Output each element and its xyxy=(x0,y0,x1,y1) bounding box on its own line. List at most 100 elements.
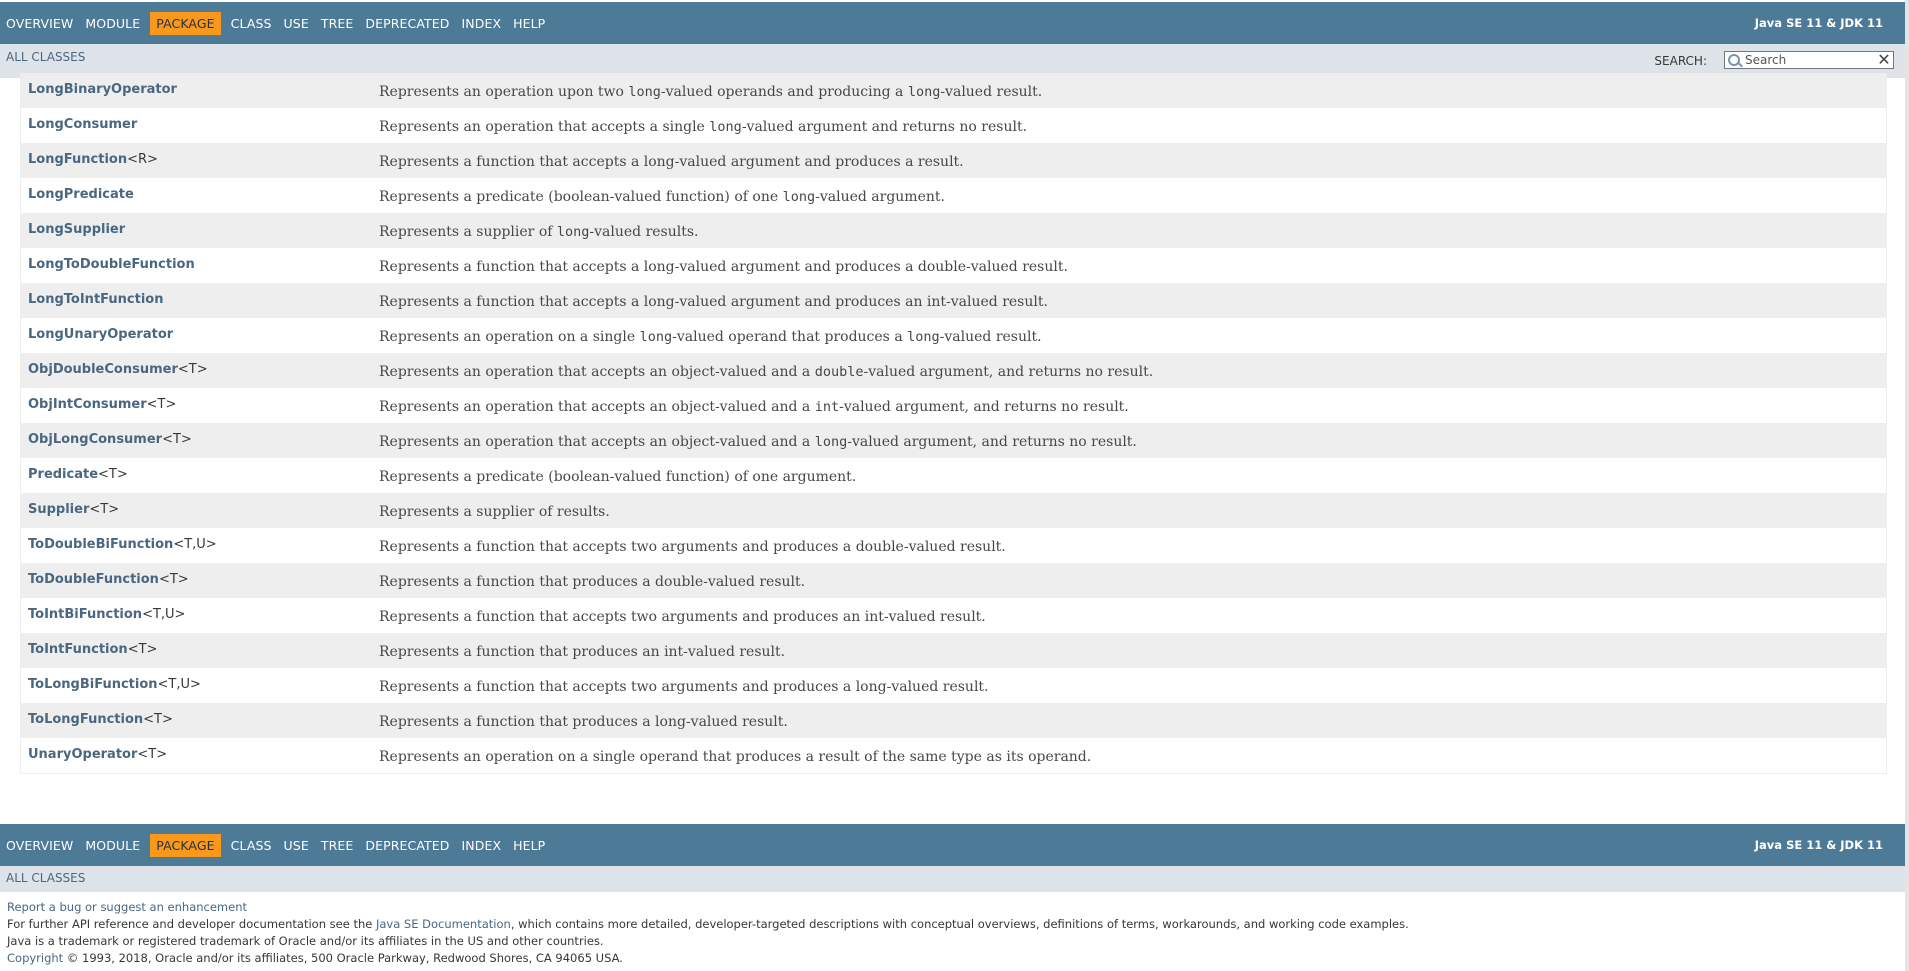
copyright-text: © 1993, 2018, Oracle and/or its affiliat… xyxy=(63,951,623,965)
nav-module[interactable]: MODULE xyxy=(79,12,146,35)
interface-name-cell: LongFunction<R> xyxy=(21,143,379,167)
nav-deprecated[interactable]: DEPRECATED xyxy=(359,12,455,35)
java-se-docs-link[interactable]: Java SE Documentation xyxy=(376,917,511,931)
description-text: Represents a function that produces a lo… xyxy=(379,714,788,730)
code-fragment: long xyxy=(782,189,816,205)
type-parameters: <T> xyxy=(137,747,168,762)
interface-link[interactable]: ToDoubleFunction xyxy=(28,572,159,587)
description-text: -valued argument and returns no result. xyxy=(741,119,1028,135)
table-row: LongSupplier Represents a supplier of lon… xyxy=(21,213,1886,248)
interface-description: Represents an operation upon two long-va… xyxy=(379,73,1042,100)
type-parameters: <T,U> xyxy=(173,537,217,552)
interface-name-cell: LongToIntFunction xyxy=(21,283,379,307)
interface-link[interactable]: ToDoubleBiFunction xyxy=(28,537,173,552)
interface-link[interactable]: LongPredicate xyxy=(28,187,134,202)
bug-report-link[interactable]: Report a bug or suggest an enhancement xyxy=(7,900,247,914)
interface-description: Represents an operation that accepts an … xyxy=(379,388,1129,415)
copyright-link[interactable]: Copyright xyxy=(7,951,63,965)
type-parameters: <R> xyxy=(127,152,158,167)
interface-link[interactable]: ObjDoubleConsumer xyxy=(28,362,178,377)
interface-name-cell: ToIntBiFunction<T,U> xyxy=(21,598,379,622)
nav-tree-bottom[interactable]: TREE xyxy=(315,834,360,857)
search-input[interactable] xyxy=(1745,52,1865,68)
interface-link[interactable]: ToIntFunction xyxy=(28,642,128,657)
description-text: Represents an operation that accepts a s… xyxy=(379,119,710,135)
nav-index[interactable]: INDEX xyxy=(456,12,508,35)
type-parameters: <T> xyxy=(127,642,158,657)
type-parameters: <T> xyxy=(143,712,173,727)
table-row: LongToDoubleFunction Represents a functio… xyxy=(21,248,1886,283)
all-classes-link[interactable]: ALL CLASSES xyxy=(6,50,85,64)
nav-help[interactable]: HELP xyxy=(507,12,551,35)
bottom-navbar: OVERVIEW MODULE PACKAGE CLASS USE TREE DEPRECA… xyxy=(0,824,1905,866)
all-classes-link-bottom[interactable]: ALL CLASSES xyxy=(6,871,85,885)
description-text: Represents a predicate (boolean-valued f… xyxy=(379,189,783,205)
type-parameters: <T> xyxy=(177,362,208,377)
interface-link[interactable]: UnaryOperator xyxy=(28,747,137,762)
nav-overview[interactable]: OVERVIEW xyxy=(0,12,79,35)
interface-link[interactable]: ObjLongConsumer xyxy=(28,432,162,447)
nav-class-bottom[interactable]: CLASS xyxy=(225,834,278,857)
table-row: ToLongFunction<T> Represents a function t… xyxy=(21,703,1886,738)
type-parameters: <T> xyxy=(162,432,192,447)
interface-link[interactable]: LongFunction xyxy=(28,152,127,167)
table-row: LongUnaryOperator Represents an operation… xyxy=(21,318,1886,353)
interface-description: Represents a supplier of results. xyxy=(379,493,610,520)
interface-description: Represents a function that produces a lo… xyxy=(379,703,788,730)
nav-tree[interactable]: TREE xyxy=(315,12,360,35)
description-text: Represents an operation that accepts an … xyxy=(379,364,815,380)
interface-link[interactable]: LongToDoubleFunction xyxy=(28,257,195,272)
interface-link[interactable]: ToLongFunction xyxy=(28,712,143,727)
table-row: ObjIntConsumer<T> Represents an operation… xyxy=(21,388,1886,423)
search-box[interactable]: ✕ xyxy=(1724,51,1894,69)
code-fragment: int xyxy=(814,399,840,415)
description-text: Represents a function that accepts two a… xyxy=(379,609,986,625)
further-reference-text-end: , which contains more detailed, develope… xyxy=(510,917,1409,931)
table-row: Supplier<T> Represents a supplier of resu… xyxy=(21,493,1886,528)
code-fragment: long xyxy=(628,84,661,100)
type-parameters: <T,U> xyxy=(142,607,186,622)
description-text: Represents a function that produces an i… xyxy=(379,644,786,660)
table-row: LongConsumer Represents an operation that… xyxy=(21,108,1886,143)
description-text: Represents a function that accepts two a… xyxy=(379,679,989,695)
description-text: Represents a function that accepts a lon… xyxy=(379,259,1068,275)
bottom-nav-list: OVERVIEW MODULE PACKAGE CLASS USE TREE DEPRECA… xyxy=(0,824,551,866)
nav-deprecated-bottom[interactable]: DEPRECATED xyxy=(359,834,455,857)
nav-help-bottom[interactable]: HELP xyxy=(507,834,551,857)
interface-link[interactable]: LongSupplier xyxy=(28,222,125,237)
window-scrollbar[interactable] xyxy=(1905,0,1909,971)
trademark-line: Java is a trademark or registered tradem… xyxy=(7,934,604,948)
nav-use-bottom[interactable]: USE xyxy=(278,834,315,857)
interface-link[interactable]: LongConsumer xyxy=(28,117,137,132)
description-text: Represents a supplier of results. xyxy=(379,504,610,520)
interface-link[interactable]: Supplier xyxy=(28,502,89,517)
copyright-line: Copyright © 1993, 2018, Oracle and/or it… xyxy=(7,951,623,965)
nav-class[interactable]: CLASS xyxy=(225,12,278,35)
nav-overview-bottom[interactable]: OVERVIEW xyxy=(0,834,79,857)
interface-name-cell: LongUnaryOperator xyxy=(21,318,379,342)
interface-link[interactable]: LongUnaryOperator xyxy=(28,327,173,342)
interface-link[interactable]: Predicate xyxy=(28,467,98,482)
code-fragment: long xyxy=(907,84,941,100)
nav-use[interactable]: USE xyxy=(278,12,315,35)
interface-name-cell: UnaryOperator<T> xyxy=(21,738,379,762)
interface-link[interactable]: ToLongBiFunction xyxy=(28,677,158,692)
description-text: -valued argument, and returns no result. xyxy=(839,399,1129,415)
code-fragment: long xyxy=(639,329,673,345)
description-text: -valued argument, and returns no result. xyxy=(863,364,1154,380)
nav-module-bottom[interactable]: MODULE xyxy=(79,834,146,857)
interface-link[interactable]: LongBinaryOperator xyxy=(28,82,177,97)
interface-description: Represents a function that produces an i… xyxy=(379,633,785,660)
interface-link[interactable]: ToIntBiFunction xyxy=(28,607,142,622)
interface-name-cell: LongPredicate xyxy=(21,178,379,202)
interface-description: Represents an operation on a single oper… xyxy=(379,738,1091,765)
nav-index-bottom[interactable]: INDEX xyxy=(456,834,508,857)
interface-link[interactable]: ObjIntConsumer xyxy=(28,397,147,412)
table-row: LongPredicate Represents a predicate (boo… xyxy=(21,178,1886,213)
interface-link[interactable]: LongToIntFunction xyxy=(28,292,163,307)
interface-description: Represents a function that accepts a lon… xyxy=(379,248,1068,275)
description-text: -valued argument, and returns no result. xyxy=(847,434,1137,450)
interface-name-cell: LongSupplier xyxy=(21,213,379,237)
nav-package-bottom: PACKAGE xyxy=(150,833,221,857)
reset-search-icon[interactable]: ✕ xyxy=(1877,52,1891,68)
